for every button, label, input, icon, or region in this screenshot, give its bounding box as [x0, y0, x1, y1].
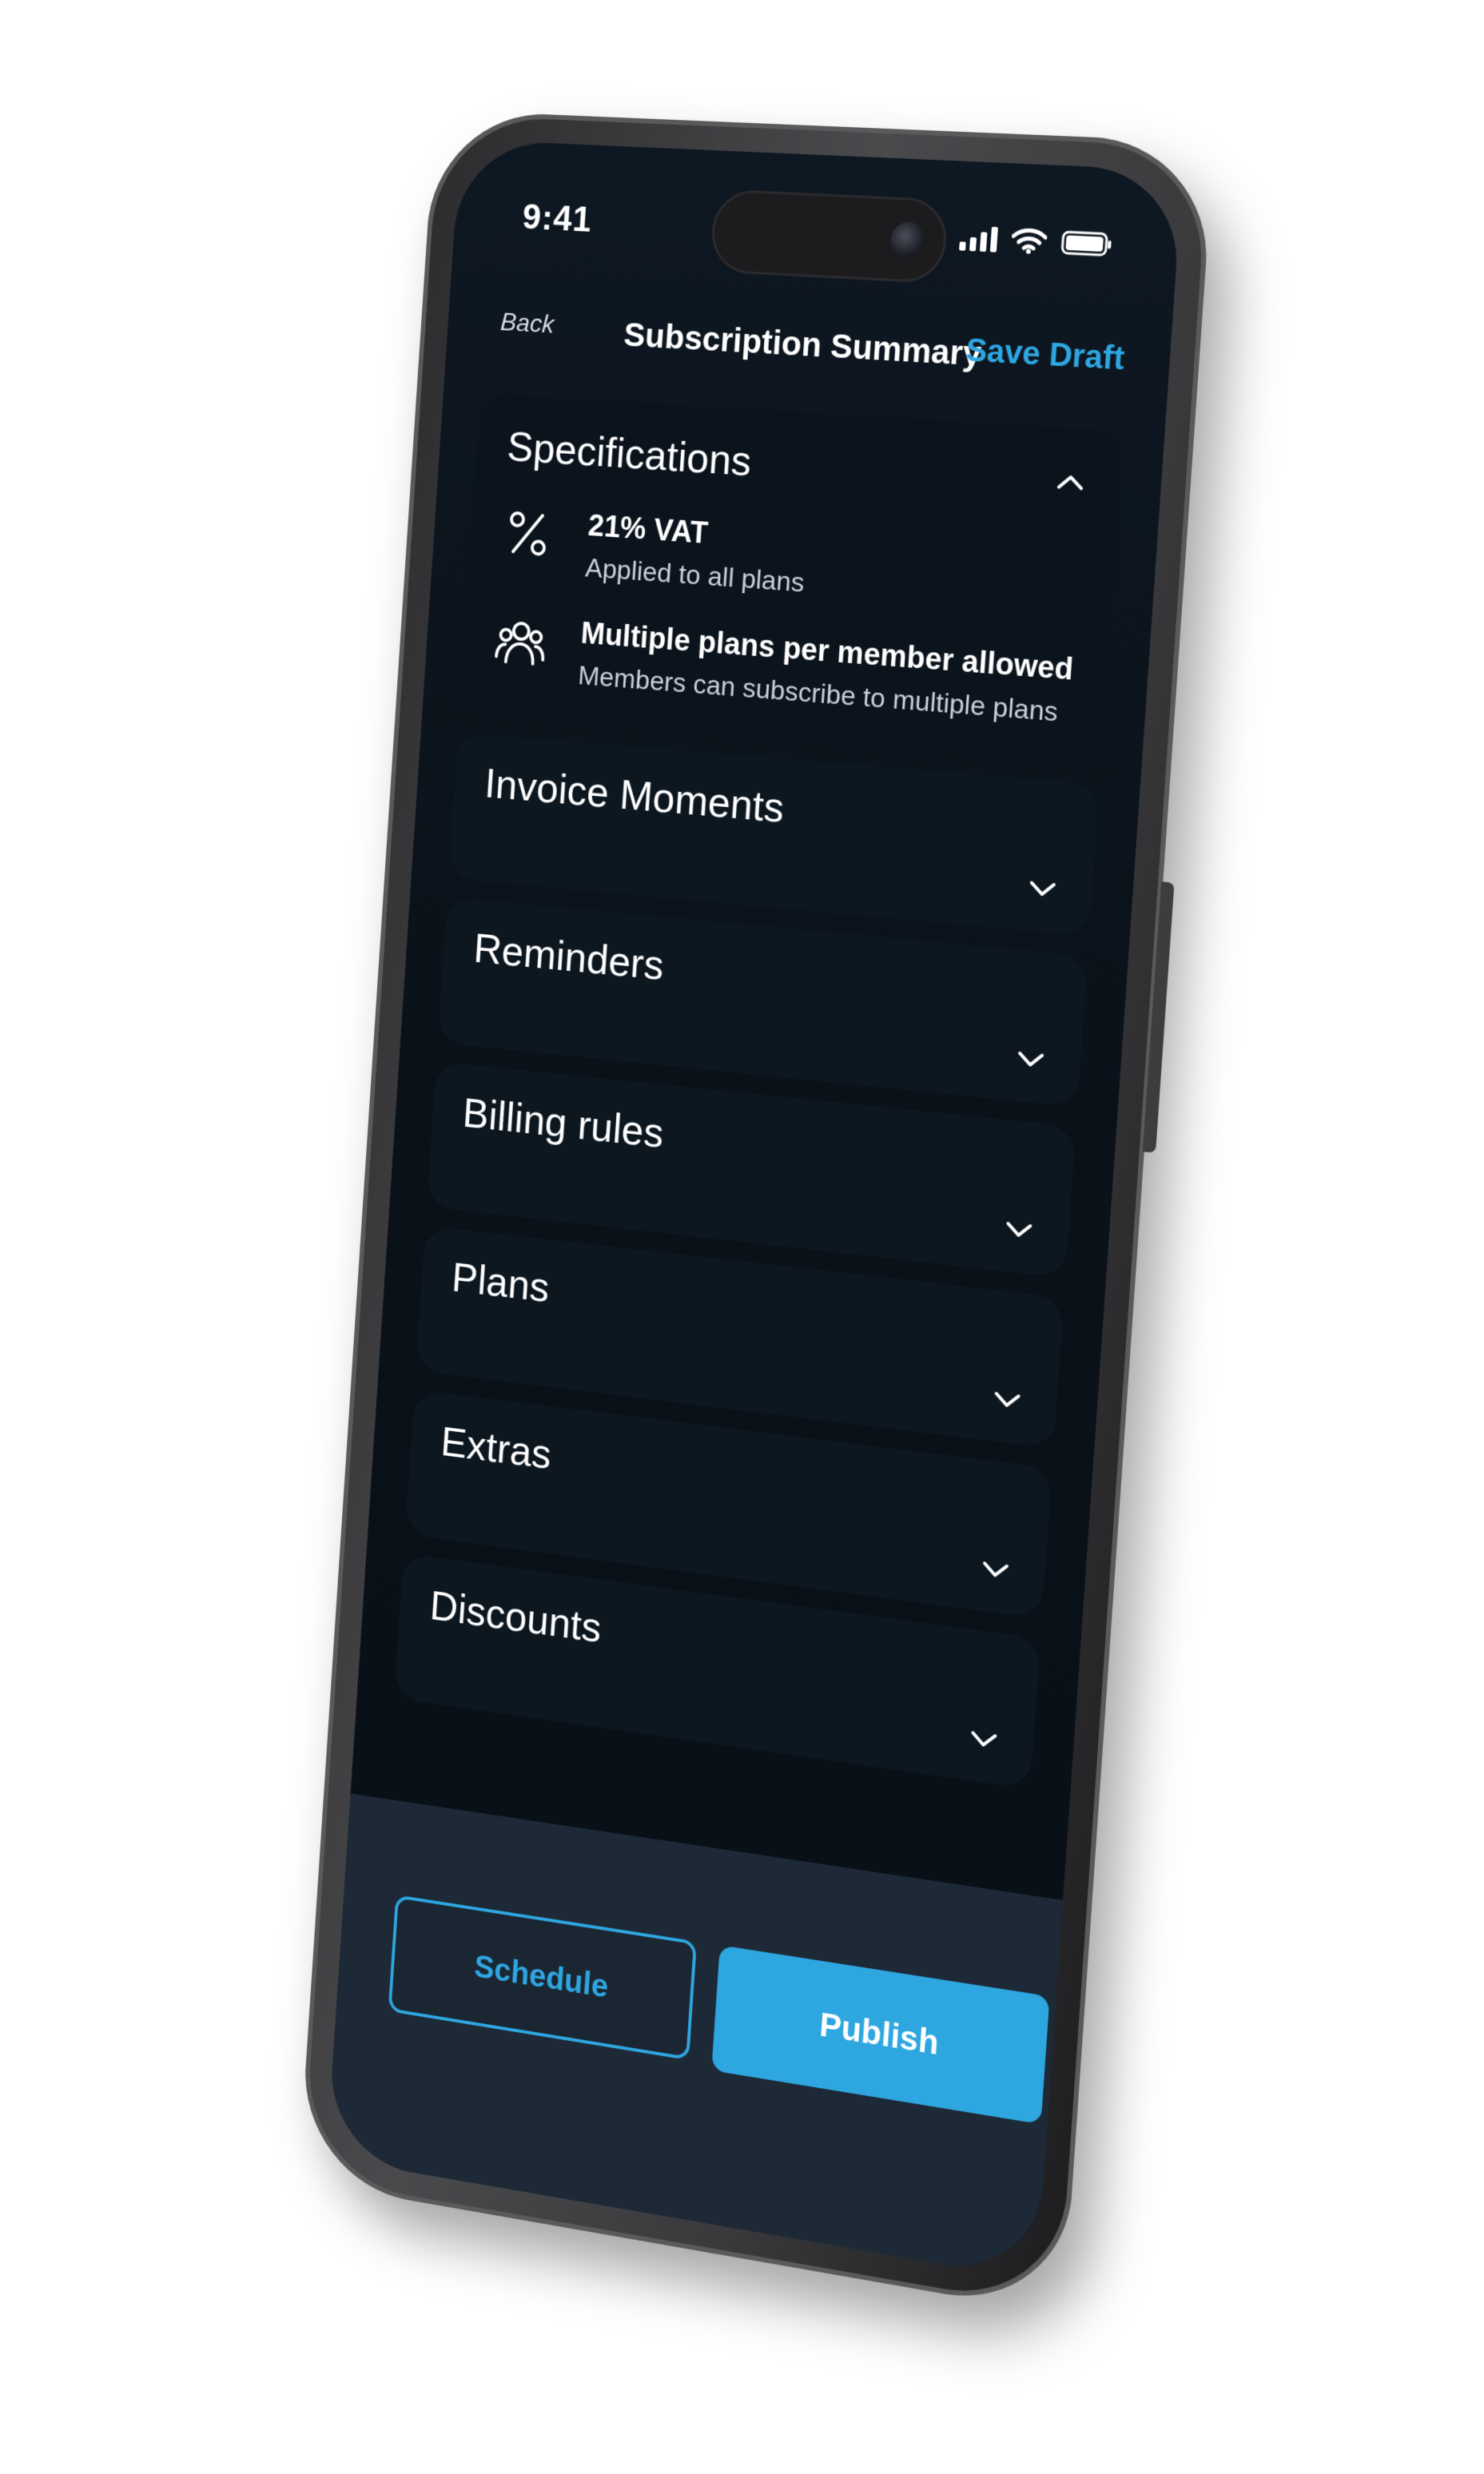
percent-icon	[500, 503, 556, 559]
chevron-down-icon[interactable]	[1024, 870, 1061, 909]
chevron-down-icon[interactable]	[989, 1381, 1026, 1421]
signal-icon	[959, 225, 998, 253]
dynamic-island	[709, 189, 949, 284]
chevron-down-icon[interactable]	[977, 1550, 1014, 1590]
phone-device: 9:41 Back Subscription Summary Save Draf…	[298, 109, 1215, 2315]
specifications-section: Specifications 21% VAT Applied to all pl…	[459, 392, 1124, 766]
publish-button[interactable]: Publish	[711, 1945, 1050, 2125]
spec-item-multiple-plans: Multiple plans per member allowed Member…	[491, 611, 1076, 730]
battery-icon	[1060, 229, 1114, 258]
chevron-up-icon[interactable]	[1052, 463, 1089, 501]
spec-text: 21% VAT Applied to all plans	[584, 509, 808, 599]
bottom-action-bar: Schedule Publish	[326, 1793, 1064, 2281]
summary-list: Specifications 21% VAT Applied to all pl…	[392, 392, 1124, 1808]
spec-item-vat: 21% VAT Applied to all plans	[499, 503, 1084, 618]
spec-subtitle: Applied to all plans	[584, 552, 806, 599]
schedule-button[interactable]: Schedule	[388, 1894, 698, 2061]
chevron-down-icon[interactable]	[1012, 1040, 1049, 1080]
section-title: Extras	[439, 1418, 553, 1478]
status-icons	[959, 225, 1113, 258]
section-title: Invoice Moments	[483, 760, 786, 832]
navigation-bar: Back Subscription Summary Save Draft	[446, 288, 1172, 400]
spec-title: 21% VAT	[587, 509, 710, 551]
stage: 9:41 Back Subscription Summary Save Draf…	[0, 0, 1484, 2474]
status-time: 9:41	[521, 197, 594, 240]
front-camera-icon	[889, 221, 927, 259]
section-title: Billing rules	[461, 1090, 666, 1157]
specifications-header[interactable]: Specifications	[506, 423, 1090, 507]
chevron-down-icon[interactable]	[1000, 1211, 1037, 1250]
section-title: Plans	[450, 1255, 551, 1312]
section-title: Specifications	[505, 424, 754, 486]
phone-screen: 9:41 Back Subscription Summary Save Draf…	[326, 139, 1184, 2281]
section-title: Discounts	[428, 1582, 603, 1653]
wifi-icon	[1011, 227, 1048, 255]
users-icon	[493, 611, 549, 668]
section-title: Reminders	[472, 925, 666, 990]
chevron-down-icon[interactable]	[965, 1720, 1002, 1760]
spec-text: Multiple plans per member allowed Member…	[577, 617, 1074, 730]
